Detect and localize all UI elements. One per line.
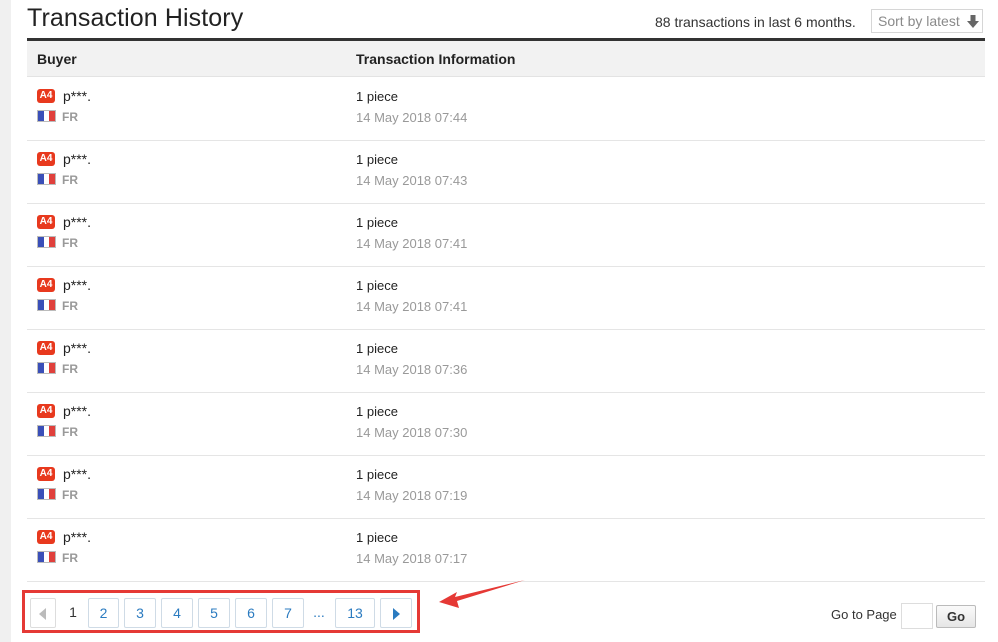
france-flag-icon <box>37 488 56 500</box>
buyer-country: FR <box>62 173 78 187</box>
transaction-date: 14 May 2018 07:41 <box>356 299 468 314</box>
quantity: 1 piece <box>356 89 398 104</box>
transaction-date: 14 May 2018 07:30 <box>356 425 468 440</box>
page-3-button[interactable]: 3 <box>124 598 156 628</box>
buyer-name: p***. <box>63 403 92 419</box>
quantity: 1 piece <box>356 404 398 419</box>
column-header-buyer: Buyer <box>37 51 77 67</box>
buyer-level-badge: A4 <box>37 467 55 481</box>
column-header-transaction-info: Transaction Information <box>356 51 516 67</box>
buyer-level-badge: A4 <box>37 152 55 166</box>
quantity: 1 piece <box>356 278 398 293</box>
table-row: A4 p***. FR 1 piece 14 May 2018 07:44 <box>27 78 985 141</box>
page-current: 1 <box>69 604 77 620</box>
table-row: A4 p***. FR 1 piece 14 May 2018 07:43 <box>27 141 985 204</box>
quantity: 1 piece <box>356 341 398 356</box>
page-7-button[interactable]: 7 <box>272 598 304 628</box>
table-header: Buyer Transaction Information <box>27 41 985 77</box>
buyer-country: FR <box>62 236 78 250</box>
buyer-country: FR <box>62 110 78 124</box>
buyer-level-badge: A4 <box>37 215 55 229</box>
buyer-country: FR <box>62 362 78 376</box>
transaction-count: 88 transactions in last 6 months. <box>655 14 856 30</box>
goto-page-input[interactable] <box>901 603 933 629</box>
table-row: A4 p***. FR 1 piece 14 May 2018 07:36 <box>27 330 985 393</box>
chevron-right-icon <box>393 608 400 621</box>
table-row: A4 p***. FR 1 piece 14 May 2018 07:41 <box>27 204 985 267</box>
prev-page-button[interactable] <box>30 598 56 628</box>
table-row: A4 p***. FR 1 piece 14 May 2018 07:30 <box>27 393 985 456</box>
chevron-left-icon <box>39 608 46 621</box>
transaction-date: 14 May 2018 07:36 <box>356 362 468 377</box>
page-13-button[interactable]: 13 <box>335 598 375 628</box>
goto-page-label: Go to Page <box>831 607 897 622</box>
buyer-country: FR <box>62 425 78 439</box>
buyer-name: p***. <box>63 88 92 104</box>
page-6-button[interactable]: 6 <box>235 598 267 628</box>
france-flag-icon <box>37 236 56 248</box>
transaction-date: 14 May 2018 07:17 <box>356 551 468 566</box>
transaction-date: 14 May 2018 07:41 <box>356 236 468 251</box>
page-ellipsis: ... <box>313 604 325 620</box>
table-row: A4 p***. FR 1 piece 14 May 2018 07:41 <box>27 267 985 330</box>
buyer-name: p***. <box>63 151 92 167</box>
page-5-button[interactable]: 5 <box>198 598 230 628</box>
page-title: Transaction History <box>27 4 244 32</box>
transaction-list: A4 p***. FR 1 piece 14 May 2018 07:44 A4… <box>27 78 985 582</box>
france-flag-icon <box>37 299 56 311</box>
left-margin <box>0 0 11 642</box>
table-row: A4 p***. FR 1 piece 14 May 2018 07:17 <box>27 519 985 582</box>
arrow-down-icon <box>967 15 979 28</box>
france-flag-icon <box>37 173 56 185</box>
go-button[interactable]: Go <box>936 605 976 628</box>
buyer-name: p***. <box>63 466 92 482</box>
france-flag-icon <box>37 425 56 437</box>
buyer-name: p***. <box>63 277 92 293</box>
page-2-button[interactable]: 2 <box>88 598 119 628</box>
annotation-arrow <box>439 580 525 608</box>
buyer-name: p***. <box>63 529 92 545</box>
buyer-level-badge: A4 <box>37 404 55 418</box>
france-flag-icon <box>37 362 56 374</box>
quantity: 1 piece <box>356 467 398 482</box>
transaction-date: 14 May 2018 07:19 <box>356 488 468 503</box>
france-flag-icon <box>37 110 56 122</box>
transaction-date: 14 May 2018 07:43 <box>356 173 468 188</box>
buyer-country: FR <box>62 488 78 502</box>
transaction-date: 14 May 2018 07:44 <box>356 110 468 125</box>
sort-button[interactable]: Sort by latest <box>871 9 983 33</box>
table-row: A4 p***. FR 1 piece 14 May 2018 07:19 <box>27 456 985 519</box>
france-flag-icon <box>37 551 56 563</box>
buyer-level-badge: A4 <box>37 530 55 544</box>
buyer-name: p***. <box>63 214 92 230</box>
buyer-level-badge: A4 <box>37 89 55 103</box>
buyer-level-badge: A4 <box>37 278 55 292</box>
buyer-name: p***. <box>63 340 92 356</box>
sort-label: Sort by latest <box>878 13 960 29</box>
quantity: 1 piece <box>356 152 398 167</box>
buyer-level-badge: A4 <box>37 341 55 355</box>
next-page-button[interactable] <box>380 598 412 628</box>
page-4-button[interactable]: 4 <box>161 598 193 628</box>
quantity: 1 piece <box>356 215 398 230</box>
buyer-country: FR <box>62 299 78 313</box>
quantity: 1 piece <box>356 530 398 545</box>
buyer-country: FR <box>62 551 78 565</box>
